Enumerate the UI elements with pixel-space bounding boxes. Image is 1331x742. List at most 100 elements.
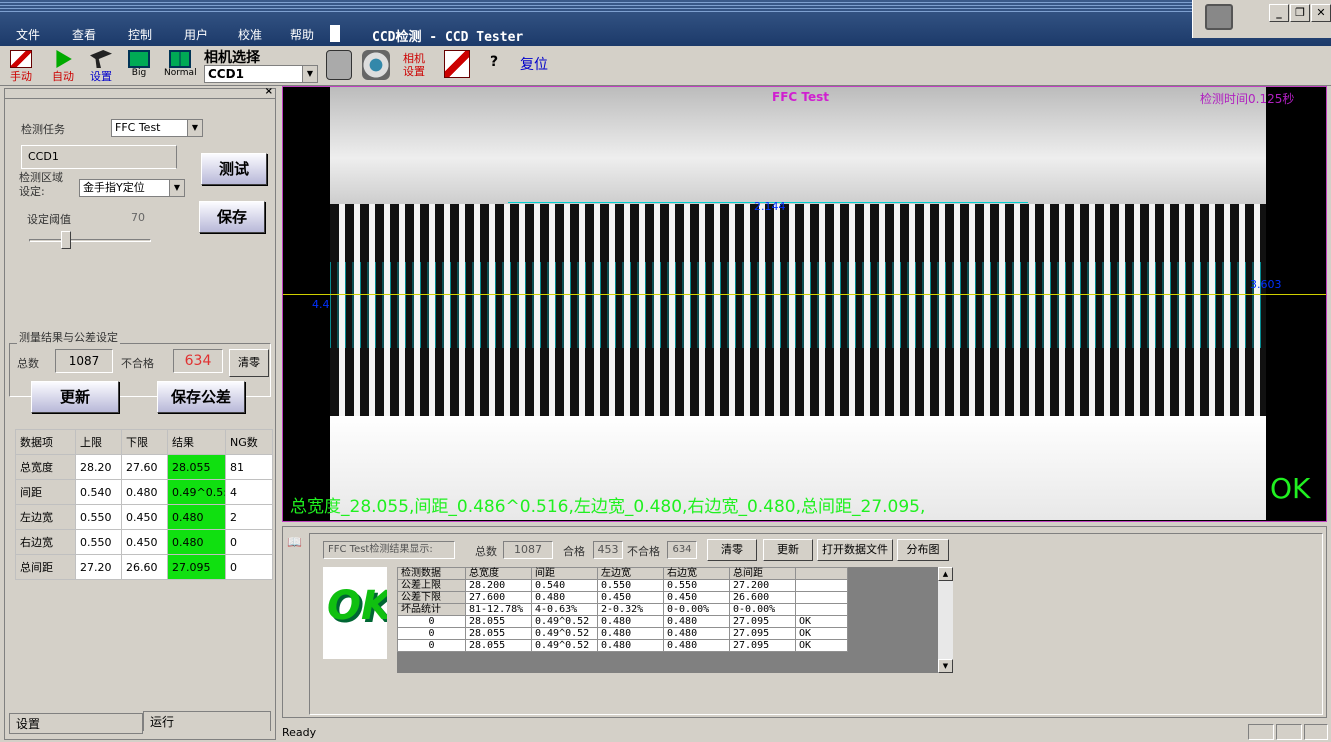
menu-control[interactable]: 控制	[128, 26, 152, 43]
viewer-title: FFC Test	[772, 90, 829, 104]
menu-file[interactable]: 文件	[16, 26, 40, 43]
region-select[interactable]: 金手指Y定位 ▼	[79, 179, 185, 197]
close-icon[interactable]: ×	[265, 86, 273, 97]
header-upper: 上限	[75, 429, 122, 455]
left-measure-value: 4.4	[312, 298, 330, 311]
results-total-count: 1087	[503, 541, 553, 559]
ok-logo: OK	[323, 567, 387, 659]
window-controls: _ ❐ ✕	[1192, 0, 1331, 38]
restore-button[interactable]: ❐	[1290, 4, 1310, 22]
table-row[interactable]: 左边宽 0.550 0.450 0.480 2	[15, 504, 273, 530]
hammer-icon	[90, 50, 112, 68]
task-select[interactable]: FFC Test ▼	[111, 119, 203, 137]
ffc-upper-area	[330, 86, 1266, 206]
results-row[interactable]: 0 28.055 0.49^0.52 0.480 0.480 27.095 OK	[397, 615, 848, 628]
table-row[interactable]: 总宽度 28.20 27.60 28.055 81	[15, 454, 273, 480]
settings-button[interactable]: 设置	[90, 50, 112, 84]
status-pane	[1276, 724, 1302, 740]
save-button[interactable]: 保存	[199, 201, 265, 233]
result-summary: 总宽度_28.055,间距_0.486^0.516,左边宽_0.480,右边宽_…	[290, 497, 926, 517]
results-scrollbar[interactable]: ▲ ▼	[937, 567, 953, 673]
results-clear-button[interactable]: 清零	[707, 539, 757, 561]
update-button[interactable]: 更新	[31, 381, 119, 413]
menu-calibrate[interactable]: 校准	[238, 26, 262, 43]
table-header-row: 数据项 上限 下限 结果 NG数	[15, 429, 273, 455]
scroll-down-icon[interactable]: ▼	[938, 659, 953, 673]
ok-indicator: OK	[1270, 472, 1311, 505]
panel-header: ×	[5, 86, 275, 99]
results-panel: 📖 FFC Test检测结果显示: 总数 1087 合格 453 不合格 634…	[282, 526, 1327, 718]
threshold-value: 70	[131, 211, 145, 224]
save-tolerance-button[interactable]: 保存公差	[157, 381, 245, 413]
auto-button[interactable]: 自动	[52, 50, 74, 84]
header-result: 结果	[167, 429, 226, 455]
distribution-chart-button[interactable]: 分布图	[897, 539, 949, 561]
results-row[interactable]: 公差下限 27.600 0.480 0.450 0.450 26.600	[397, 591, 848, 604]
y-reference-line	[282, 294, 1327, 295]
clear-button[interactable]: 清零	[229, 349, 269, 377]
threshold-label: 设定阈值	[27, 213, 71, 226]
camera-logo-icon	[1205, 4, 1233, 30]
results-grid: 检测数据 总宽度 间距 左边宽 右边宽 总间距 公差上限 28.200 0.540 0…	[397, 567, 848, 652]
results-row[interactable]: 0 28.055 0.49^0.52 0.480 0.480 27.095 OK	[397, 639, 848, 652]
menu-help[interactable]: 帮助	[290, 26, 314, 43]
close-window-button[interactable]: ✕	[1311, 4, 1331, 22]
threshold-slider[interactable]	[29, 239, 151, 242]
snapshot-button[interactable]	[362, 50, 390, 80]
pointer-hand-icon	[444, 50, 470, 78]
app-title: CCD检测 - CCD Tester	[372, 30, 524, 45]
status-text: Ready	[282, 726, 317, 739]
tolerance-table: 数据项 上限 下限 结果 NG数 总宽度 28.20 27.60 28.055 81 间…	[15, 429, 273, 580]
chevron-down-icon: ▼	[187, 120, 202, 136]
slider-thumb[interactable]	[61, 231, 71, 249]
table-row[interactable]: 总间距 27.20 26.60 27.095 0	[15, 554, 273, 580]
minimize-button[interactable]: _	[1269, 4, 1289, 22]
results-row[interactable]: 坏品统计 81-12.78% 4-0.63% 2-0.32% 0-0.00% 0-0.00…	[397, 603, 848, 616]
help-button[interactable]: ?	[490, 54, 498, 70]
tab-settings[interactable]: 设置	[9, 713, 143, 734]
camera-settings-button[interactable]: 相机 设置	[403, 52, 425, 78]
camera-icon	[362, 50, 390, 80]
section-title: 测量结果与公差设定	[17, 329, 120, 345]
right-measure-value: 3.603	[1250, 278, 1282, 291]
normal-view-button[interactable]: Normal	[164, 50, 197, 78]
results-ng-label: 不合格	[627, 545, 660, 558]
toolbar: 手动 自动 设置 Big Normal 相机选择 CCD1 ▼ 相机 设置 ? 复…	[0, 46, 1331, 86]
header-lower: 下限	[121, 429, 168, 455]
question-icon: ?	[490, 54, 499, 70]
measure-lines	[330, 262, 1266, 348]
table-row[interactable]: 间距 0.540 0.480 0.49^0.5: 4	[15, 479, 273, 505]
results-row[interactable]: 0 28.055 0.49^0.52 0.480 0.480 27.095 OK	[397, 627, 848, 640]
chevron-down-icon: ▼	[169, 180, 184, 196]
results-pass-count: 453	[593, 541, 623, 559]
total-label: 总数	[17, 357, 39, 370]
tab-run[interactable]: 运行	[143, 711, 271, 731]
camera-select[interactable]: CCD1 ▼	[204, 65, 318, 83]
results-grid-container: 检测数据 总宽度 间距 左边宽 右边宽 总间距 公差上限 28.200 0.540 0…	[397, 567, 953, 673]
ng-count: 634	[173, 349, 223, 373]
results-ng-count: 634	[667, 541, 697, 559]
open-data-file-button[interactable]: 打开数据文件	[817, 539, 893, 561]
status-bar: Ready	[280, 722, 1331, 742]
manual-button[interactable]: 手动	[10, 50, 32, 84]
big-view-button[interactable]: Big	[128, 50, 150, 78]
menu-user[interactable]: 用户	[184, 26, 208, 43]
header-ng: NG数	[225, 429, 273, 455]
menu-marker	[330, 25, 340, 42]
results-update-button[interactable]: 更新	[763, 539, 813, 561]
menu-view[interactable]: 查看	[72, 26, 96, 43]
pointer-hand-button[interactable]	[444, 50, 470, 78]
video-camera-button[interactable]	[326, 50, 352, 80]
reset-button[interactable]: 复位	[520, 54, 548, 74]
results-caption: FFC Test检测结果显示:	[323, 541, 455, 559]
table-row[interactable]: 右边宽 0.550 0.450 0.480 0	[15, 529, 273, 555]
camera-viewer[interactable]: 2.144 3.603 4.4 FFC Test 检测时间0.125秒 总宽度_…	[282, 86, 1327, 522]
header-item: 数据项	[15, 429, 76, 455]
status-pane	[1304, 724, 1328, 740]
normal-monitor-icon	[169, 50, 192, 68]
results-row[interactable]: 公差上限 28.200 0.540 0.550 0.550 27.200	[397, 579, 848, 592]
test-button[interactable]: 测试	[201, 153, 267, 185]
results-total-label: 总数	[475, 545, 497, 558]
task-label: 检测任务	[21, 123, 65, 136]
scroll-up-icon[interactable]: ▲	[938, 567, 953, 581]
